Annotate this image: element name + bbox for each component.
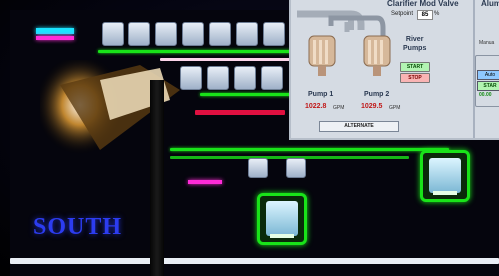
pump-2-unit: GPM — [389, 105, 401, 111]
auto-button[interactable]: Auto — [477, 70, 499, 80]
alternate-button[interactable]: ALTERNATE — [319, 121, 399, 132]
river-pumps-line2: Pumps — [403, 45, 427, 52]
pump-1-icon — [308, 35, 336, 76]
pump-tile[interactable] — [155, 22, 177, 46]
pump-tile[interactable] — [209, 22, 231, 46]
pump-tile[interactable] — [234, 66, 256, 90]
pump-tile[interactable] — [128, 22, 150, 46]
pump-status-green[interactable] — [420, 150, 470, 202]
river-pumps-title: River Pumps — [403, 35, 426, 53]
pump-tile[interactable] — [182, 22, 204, 46]
pump-tile[interactable] — [248, 158, 268, 178]
pump-tile[interactable] — [236, 22, 258, 46]
stop-button[interactable]: STOP — [400, 73, 430, 83]
green-pipe — [98, 50, 299, 53]
magenta-indicator — [188, 180, 222, 184]
pump-tile[interactable] — [261, 66, 283, 90]
cyan-indicator — [36, 28, 74, 34]
valve-title: Clarifier Mod Valve — [387, 0, 459, 8]
pump-1-flow: 1022.8 — [305, 103, 327, 110]
setpoint-input[interactable]: 85 — [417, 10, 433, 20]
start-button[interactable]: START — [400, 62, 430, 72]
desk-lamp — [40, 60, 180, 155]
pump-1-unit: GPM — [333, 105, 345, 111]
site-label: SOUTH — [33, 214, 123, 240]
alum-title: Alum — [481, 0, 499, 8]
pump-tile[interactable] — [263, 22, 285, 46]
alarm-bar — [195, 110, 285, 115]
alum-value: 00.00 — [479, 92, 492, 98]
setpoint-label: Setpoint — [391, 11, 414, 17]
green-pipe — [170, 148, 449, 151]
setpoint-unit: % — [434, 11, 440, 17]
pump-tile[interactable] — [207, 66, 229, 90]
pump-2-flow: 1029.5 — [361, 103, 383, 110]
alum-start-button[interactable]: STAR — [477, 81, 499, 91]
pump-tile[interactable] — [286, 158, 306, 178]
green-pipe — [200, 93, 299, 96]
pump-2-label: Pump 2 — [364, 91, 390, 98]
pump-status-green[interactable] — [257, 193, 307, 245]
inset-panel: Clarifier Mod Valve Setpoint 85 % River … — [289, 0, 499, 140]
pump-1-label: Pump 1 — [308, 91, 334, 98]
pipe-diagram — [297, 10, 391, 76]
pump-tile[interactable] — [102, 22, 124, 46]
lamp-pole — [150, 80, 164, 276]
pump-2-icon — [363, 35, 391, 76]
bottom-band — [10, 258, 499, 264]
manual-label: Manua — [479, 40, 495, 46]
magenta-indicator — [36, 36, 74, 40]
river-pumps-line1: River — [405, 36, 424, 43]
